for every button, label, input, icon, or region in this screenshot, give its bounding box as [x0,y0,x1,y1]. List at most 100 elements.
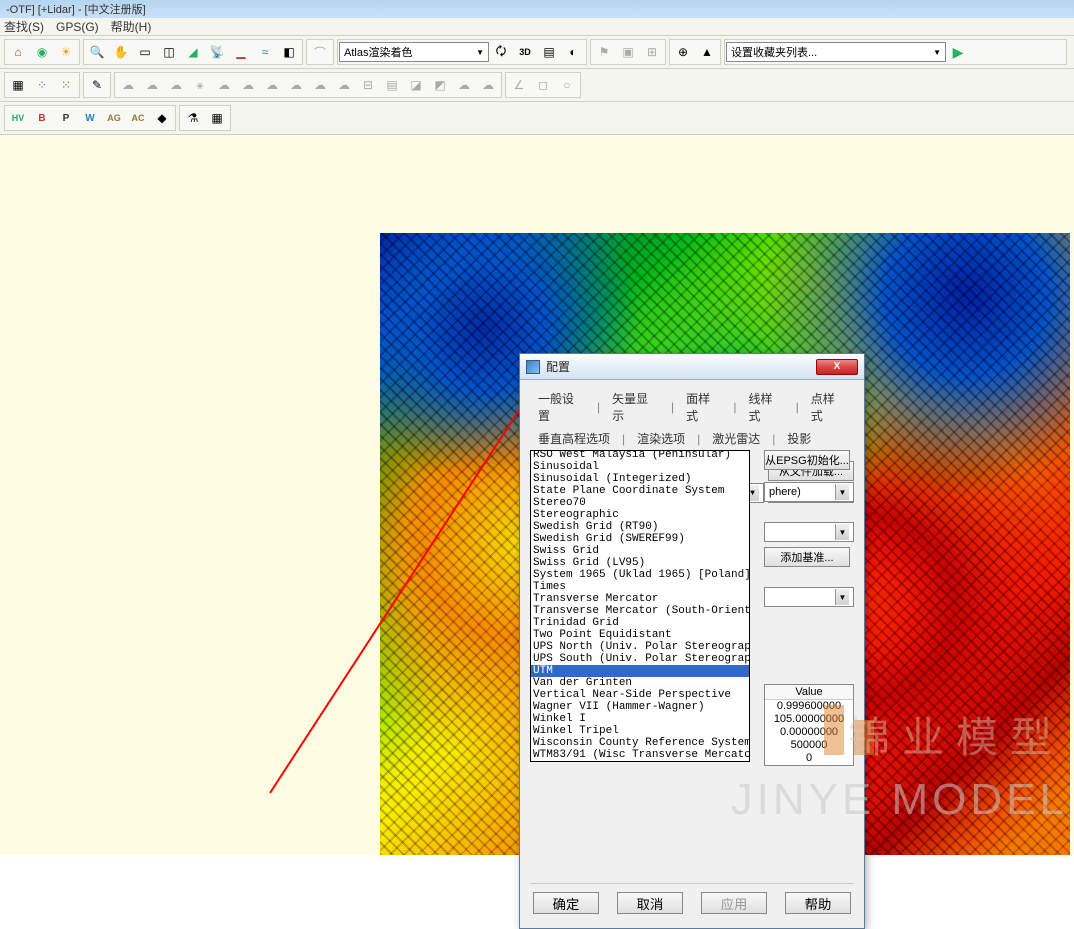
cloud3-icon[interactable]: ☁ [165,74,187,96]
projection-option[interactable]: Trinidad Grid [531,617,749,629]
b-icon[interactable]: B [31,107,53,129]
projection-option[interactable]: Stereographic [531,509,749,521]
epsg-init-button[interactable]: 从EPSG初始化... [764,450,850,470]
grid-icon[interactable]: ▦ [7,74,29,96]
menu-find[interactable]: 查找(S) [4,18,44,35]
projection-option[interactable]: Times [531,581,749,593]
points-icon[interactable]: ⁘ [31,74,53,96]
cloud6-icon[interactable]: ☁ [261,74,283,96]
projection-option[interactable]: Swiss Grid (LV95) [531,557,749,569]
tab-point[interactable]: 点样式 [803,388,854,426]
globe-icon[interactable]: ◉ [31,41,53,63]
cancel-button[interactable]: 取消 [617,892,683,914]
projection-option[interactable]: Transverse Mercator [531,593,749,605]
menu-help[interactable]: 帮助(H) [111,18,152,35]
cloud9-icon[interactable]: ☁ [333,74,355,96]
cloud8-icon[interactable]: ☁ [309,74,331,96]
tab-lidar[interactable]: 激光雷达 [704,428,768,449]
view2-icon[interactable]: ◩ [429,74,451,96]
north-icon[interactable]: ▲ [696,41,718,63]
projection-option[interactable]: Van der Grinten [531,677,749,689]
projection-option[interactable]: Sinusoidal (Integerized) [531,473,749,485]
projection-option[interactable]: Wagner VII (Hammer-Wagner) [531,701,749,713]
angle-icon[interactable]: ∠ [508,74,530,96]
layer3d-icon[interactable]: ▤ [538,41,560,63]
apply-button[interactable]: 应用 [701,892,767,914]
tab-general[interactable]: 一般设置 [530,388,593,426]
tab-elevation[interactable]: 垂直高程选项 [530,428,618,449]
datum-combo[interactable]: ▼ [764,522,854,542]
slope-icon[interactable]: ◢ [182,41,204,63]
projection-option[interactable]: UPS South (Univ. Polar Stereographic) [531,653,749,665]
projection-option[interactable]: Swedish Grid (RT90) [531,521,749,533]
pencil-icon[interactable]: ✎ [86,74,108,96]
cloud1-icon[interactable]: ☁ [117,74,139,96]
projection-option[interactable]: Sinusoidal [531,461,749,473]
layers-icon[interactable]: ▤ [381,74,403,96]
road-icon[interactable]: ⌒ [309,41,331,63]
cloud10-icon[interactable]: ☁ [453,74,475,96]
square-icon[interactable]: ◻ [532,74,554,96]
ok-button[interactable]: 确定 [533,892,599,914]
extent-icon[interactable]: ▭ [134,41,156,63]
projection-option[interactable]: System 1965 (Uklad 1965) [Poland] [531,569,749,581]
projection-option[interactable]: Transverse Mercator (South-Oriented) [531,605,749,617]
projection-option[interactable]: Vertical Near-Side Perspective [531,689,749,701]
projection-option[interactable]: State Plane Coordinate System [531,485,749,497]
circle-icon[interactable]: ○ [556,74,578,96]
projection-option[interactable]: WTM83/91 (Wisc Transverse Mercator) [531,749,749,761]
add-datum-button[interactable]: 添加基准... [764,547,850,567]
cloud4-icon[interactable]: ☁ [213,74,235,96]
unit-combo[interactable]: ▼ [764,587,854,607]
tab-vector[interactable]: 矢量显示 [604,388,667,426]
cloud2-icon[interactable]: ☁ [141,74,163,96]
flag-icon[interactable]: ⚑ [593,41,615,63]
projection-option[interactable]: Winkel I [531,713,749,725]
projection-option[interactable]: Winkel Tripel [531,725,749,737]
chart-icon[interactable]: ▁ [230,41,252,63]
p-icon[interactable]: P [55,107,77,129]
sun-icon[interactable]: ☀ [55,41,77,63]
home-icon[interactable]: ⌂ [7,41,29,63]
browser-icon[interactable]: ▣ [617,41,639,63]
water-icon[interactable]: ≈ [254,41,276,63]
segment-icon[interactable]: ⊟ [357,74,379,96]
cloud5-icon[interactable]: ☁ [237,74,259,96]
tab-line[interactable]: 线样式 [740,388,791,426]
tree-icon[interactable]: ⊞ [641,41,663,63]
filter-icon[interactable]: ⚗ [182,107,204,129]
tab-projection[interactable]: 投影 [779,428,819,449]
wand-icon[interactable]: ⚹ [189,74,211,96]
kite-icon[interactable]: ◆ [151,107,173,129]
target-icon[interactable]: ⊕ [672,41,694,63]
projection-option[interactable]: Wisconsin County Reference System [531,737,749,749]
tab-area[interactable]: 面样式 [678,388,729,426]
ac-icon[interactable]: AC [127,107,149,129]
projection-option[interactable]: Stereo70 [531,497,749,509]
refresh-icon[interactable]: 🗘 [490,41,512,63]
projection-option[interactable]: Two Point Equidistant [531,629,749,641]
zoom-in-icon[interactable]: 🔍 [86,41,108,63]
view1-icon[interactable]: ◪ [405,74,427,96]
help-button[interactable]: 帮助 [785,892,851,914]
sphere-combo[interactable]: phere)▼ [764,482,854,502]
projection-option[interactable]: UTM [531,665,749,677]
ag-icon[interactable]: AG [103,107,125,129]
projection-option[interactable]: Swiss Grid [531,545,749,557]
3d-icon[interactable]: 3D [514,41,536,63]
sphere-icon[interactable]: ◐ [562,41,584,63]
menu-gps[interactable]: GPS(G) [56,20,99,34]
favorites-combo[interactable]: 设置收藏夹列表...▼ [726,42,946,62]
close-icon[interactable]: X [816,359,858,375]
projection-option[interactable]: UPS North (Univ. Polar Stereographic) [531,641,749,653]
play-icon[interactable]: ▶ [947,41,969,63]
w-icon[interactable]: W [79,107,101,129]
tab-render[interactable]: 渲染选项 [629,428,693,449]
projection-option[interactable]: Swedish Grid (SWEREF99) [531,533,749,545]
hv-icon[interactable]: HV [7,107,29,129]
projection-option[interactable]: RSO West Malaysia (Peninsular) [531,451,749,461]
cloud11-icon[interactable]: ☁ [477,74,499,96]
palette-icon[interactable]: ▦ [206,107,228,129]
tools-icon[interactable]: ◧ [278,41,300,63]
pan-icon[interactable]: ✋ [110,41,132,63]
